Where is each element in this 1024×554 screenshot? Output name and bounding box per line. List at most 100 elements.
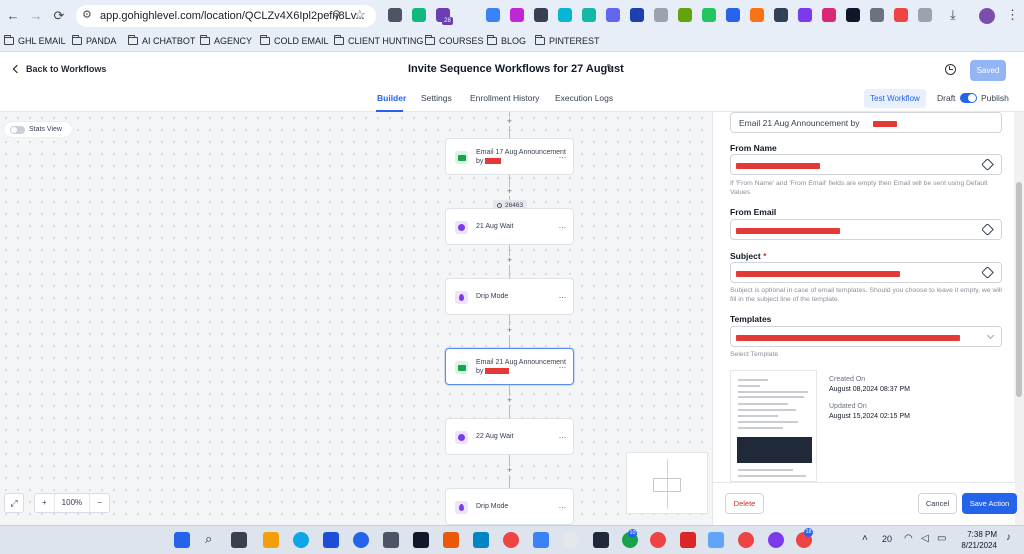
back-arrow-icon[interactable]: ← (4, 7, 22, 25)
tab-settings[interactable]: Settings (421, 93, 452, 103)
extension-icon[interactable] (870, 8, 884, 22)
extension-icon[interactable] (894, 8, 908, 22)
app-icon[interactable] (533, 532, 549, 548)
extension-icon[interactable] (822, 8, 836, 22)
extension-icon[interactable] (412, 8, 426, 22)
settings-gear-icon[interactable] (383, 532, 399, 548)
address-bar[interactable]: ⚙ app.gohighlevel.com/location/QCLZv4X6I… (76, 5, 376, 27)
custom-value-tag-icon[interactable] (981, 223, 994, 236)
delete-button[interactable]: Delete (725, 493, 764, 514)
system-clock[interactable]: 7:38 PM 8/21/2024 (957, 529, 997, 551)
search-icon[interactable]: ⌕ (205, 531, 212, 547)
app-icon[interactable] (593, 532, 609, 548)
node-menu-icon[interactable]: ··· (559, 292, 567, 302)
site-info-icon[interactable]: ⚙ (82, 8, 92, 21)
menu-kebab-icon[interactable]: ⋮ (1006, 7, 1019, 23)
workflow-node-email[interactable]: Email 17 Aug Announcement by ··· (445, 138, 574, 175)
profile-avatar[interactable] (979, 8, 995, 24)
extension-icon[interactable] (606, 8, 620, 22)
custom-value-tag-icon[interactable] (981, 266, 994, 279)
chevron-up-icon[interactable]: ˄ (862, 533, 868, 544)
workflow-canvas[interactable]: Stats View + Email 17 Aug Announcement b… (0, 112, 712, 525)
bookmark-folder[interactable]: PANDA (72, 35, 116, 46)
extension-icon[interactable] (486, 8, 500, 22)
fit-screen-icon[interactable]: ⤢ (4, 493, 24, 513)
wifi-icon[interactable]: ◠ (904, 533, 913, 544)
tab-execution-logs[interactable]: Execution Logs (555, 93, 613, 103)
zoom-in-button[interactable]: + (35, 494, 54, 512)
from-email-input[interactable] (730, 219, 1002, 240)
extension-icon[interactable] (750, 8, 764, 22)
node-menu-icon[interactable]: ··· (559, 152, 567, 162)
extension-icon[interactable] (702, 8, 716, 22)
forward-arrow-icon[interactable]: → (27, 7, 45, 25)
bookmark-folder[interactable]: PINTEREST (535, 35, 600, 46)
panel-scrollbar[interactable] (1014, 112, 1024, 525)
edit-pencil-icon[interactable]: ✎ (606, 63, 614, 74)
add-step-plus-icon[interactable]: + (505, 326, 514, 335)
extension-icon[interactable] (582, 8, 596, 22)
zoom-out-button[interactable]: − (90, 494, 109, 512)
extension-icon[interactable] (726, 8, 740, 22)
extension-icon[interactable] (774, 8, 788, 22)
add-step-plus-icon[interactable]: + (505, 187, 514, 196)
app-icon[interactable] (323, 532, 339, 548)
workflow-node-drip[interactable]: Drip Mode ··· (445, 488, 574, 525)
chrome-icon[interactable] (738, 532, 754, 548)
custom-value-tag-icon[interactable] (981, 158, 994, 171)
subject-input[interactable] (730, 262, 1002, 283)
tab-enrollment-history[interactable]: Enrollment History (470, 93, 539, 103)
node-menu-icon[interactable]: ··· (559, 432, 567, 442)
minimap-viewport[interactable] (653, 478, 681, 492)
add-step-plus-icon[interactable]: + (505, 256, 514, 265)
tab-builder[interactable]: Builder (377, 93, 406, 103)
extension-icon[interactable] (510, 8, 524, 22)
templates-select[interactable] (730, 326, 1002, 347)
bookmark-folder[interactable]: COLD EMAIL (260, 35, 329, 46)
bookmark-folder[interactable]: AI CHATBOT (128, 35, 195, 46)
app-icon[interactable] (473, 532, 489, 548)
node-menu-icon[interactable]: ··· (559, 222, 567, 232)
canvas-minimap[interactable] (626, 452, 708, 514)
zoom-icon[interactable]: ⚲ (332, 8, 341, 22)
bookmark-star-icon[interactable]: ☆ (354, 7, 366, 23)
notification-bell-icon[interactable]: ♪ (1006, 532, 1011, 543)
extension-icon[interactable] (388, 8, 402, 22)
edge-icon[interactable] (293, 532, 309, 548)
task-view-icon[interactable] (231, 532, 247, 548)
extension-icon[interactable] (798, 8, 812, 22)
workflow-node-wait[interactable]: 22 Aug Wait ··· (445, 418, 574, 455)
add-step-plus-icon[interactable]: + (505, 466, 514, 475)
reload-icon[interactable]: ⟳ (50, 7, 68, 25)
extension-icon[interactable] (846, 8, 860, 22)
node-menu-icon[interactable]: ··· (559, 502, 567, 512)
save-action-button[interactable]: Save Action (962, 493, 1017, 514)
cancel-button[interactable]: Cancel (918, 493, 957, 514)
action-name-input[interactable]: Email 21 Aug Announcement by (730, 112, 1002, 133)
zoom-app-icon[interactable] (353, 532, 369, 548)
test-workflow-button[interactable]: Test Workflow (864, 89, 926, 108)
workflow-node-email-selected[interactable]: Email 21 Aug Announcement by ··· (445, 348, 574, 385)
from-name-input[interactable] (730, 154, 1002, 175)
bookmark-folder[interactable]: BLOG (487, 35, 526, 46)
app-icon[interactable] (563, 532, 579, 548)
chrome-icon[interactable] (503, 532, 519, 548)
extension-icon[interactable] (630, 8, 644, 22)
app-icon[interactable] (413, 532, 429, 548)
saved-button[interactable]: Saved (970, 60, 1006, 81)
history-clock-icon[interactable] (945, 64, 956, 75)
workflow-node-wait[interactable]: 21 Aug Wait ··· (445, 208, 574, 245)
back-to-workflows-link[interactable]: Back to Workflows (12, 64, 106, 74)
add-step-plus-icon[interactable]: + (505, 396, 514, 405)
stats-view-toggle[interactable]: Stats View (4, 122, 72, 137)
bookmark-folder[interactable]: GHL EMAIL (4, 35, 66, 46)
publish-toggle[interactable] (960, 93, 977, 103)
chrome-icon[interactable] (650, 532, 666, 548)
windows-start-icon[interactable] (174, 532, 190, 548)
battery-icon[interactable]: ▭ (937, 533, 946, 544)
template-preview-thumbnail[interactable] (730, 370, 817, 482)
download-icon[interactable]: ⤓ (950, 7, 956, 23)
extension-icon[interactable] (534, 8, 548, 22)
xampp-icon[interactable] (443, 532, 459, 548)
extension-icon[interactable] (558, 8, 572, 22)
